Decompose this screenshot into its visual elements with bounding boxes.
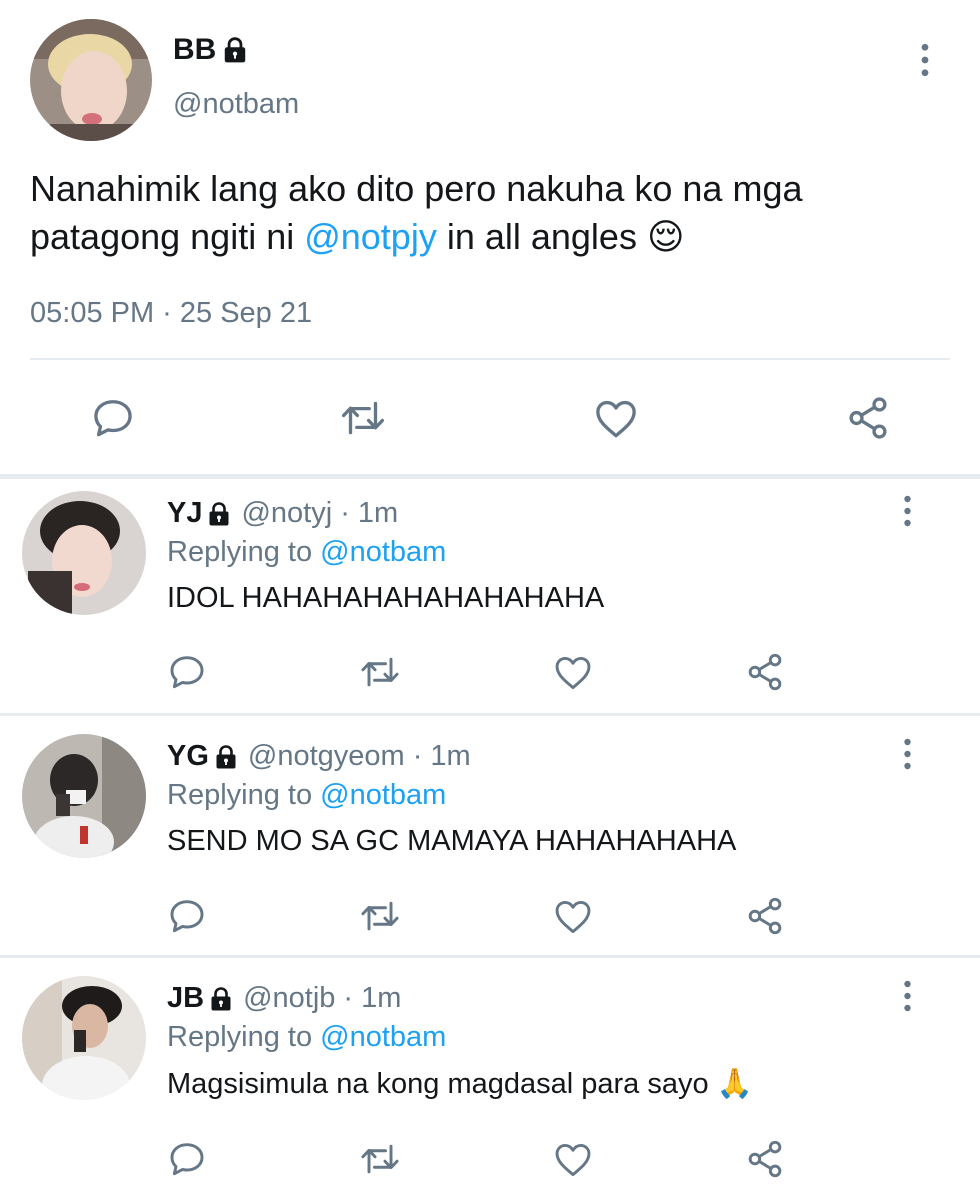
share-button[interactable] bbox=[743, 894, 787, 938]
separator-dot: · bbox=[343, 982, 354, 1014]
reply-time[interactable]: 1m bbox=[361, 982, 401, 1015]
more-vertical-icon bbox=[920, 43, 930, 77]
lock-icon bbox=[209, 986, 233, 1012]
reply-time[interactable]: 1m bbox=[430, 740, 470, 773]
retweet-icon bbox=[338, 393, 388, 443]
retweet-button[interactable] bbox=[338, 393, 388, 443]
reply-button[interactable] bbox=[165, 1137, 209, 1181]
retweet-button[interactable] bbox=[358, 650, 402, 694]
separator-dot: · bbox=[340, 497, 350, 529]
more-vertical-icon bbox=[903, 980, 912, 1012]
reply-icon bbox=[165, 1137, 209, 1181]
share-button[interactable] bbox=[743, 1137, 787, 1181]
reply-text: SEND MO SA GC MAMAYA HAHAHAHAHA bbox=[167, 825, 737, 857]
reply-author-name[interactable]: JB bbox=[167, 982, 204, 1015]
like-button[interactable] bbox=[551, 894, 595, 938]
replying-to-mention[interactable]: @notbam bbox=[320, 1021, 446, 1053]
more-options-button[interactable] bbox=[903, 738, 912, 770]
author-name-line: BB bbox=[173, 33, 248, 67]
replying-to-label: Replying to bbox=[167, 1021, 321, 1053]
reply-time[interactable]: 1m bbox=[358, 497, 398, 530]
reply-icon bbox=[88, 393, 138, 443]
tweet-text: Nanahimik lang ako dito pero nakuha ko n… bbox=[30, 165, 960, 261]
avatar[interactable] bbox=[22, 491, 146, 615]
share-button[interactable] bbox=[743, 650, 787, 694]
main-tweet: BB @notbam Nanahimik lang ako dito pero … bbox=[0, 0, 980, 476]
retweet-icon bbox=[358, 1137, 402, 1181]
lock-icon bbox=[222, 36, 248, 64]
author-handle[interactable]: @notbam bbox=[173, 88, 299, 121]
replying-to-label: Replying to bbox=[167, 779, 321, 811]
like-icon bbox=[551, 1137, 595, 1181]
reply-text: Magsisimula na kong magdasal para sayo 🙏 bbox=[167, 1068, 753, 1100]
like-button[interactable] bbox=[591, 393, 641, 443]
retweet-icon bbox=[358, 650, 402, 694]
more-options-button[interactable] bbox=[903, 495, 912, 527]
retweet-button[interactable] bbox=[358, 1137, 402, 1181]
reply-button[interactable] bbox=[88, 393, 138, 443]
more-vertical-icon bbox=[903, 495, 912, 527]
replying-to-mention[interactable]: @notbam bbox=[320, 779, 446, 811]
like-icon bbox=[551, 894, 595, 938]
avatar[interactable] bbox=[22, 734, 146, 858]
reply-tweet[interactable]: YJ @notyj · 1m Replying to @notbam IDOL … bbox=[0, 477, 980, 719]
reply-button[interactable] bbox=[165, 650, 209, 694]
reply-header: YG @notgyeom · 1m bbox=[167, 740, 471, 773]
share-icon bbox=[743, 1137, 787, 1181]
author-name[interactable]: BB bbox=[173, 33, 216, 67]
avatar[interactable] bbox=[30, 19, 152, 141]
replying-to-line: Replying to @notbam bbox=[167, 779, 446, 812]
more-options-button[interactable] bbox=[903, 980, 912, 1012]
reply-tweet[interactable]: YG @notgyeom · 1m Replying to @notbam SE… bbox=[0, 720, 980, 962]
divider bbox=[30, 358, 950, 360]
replying-to-mention[interactable]: @notbam bbox=[320, 536, 446, 568]
section-separator bbox=[0, 955, 980, 958]
share-button[interactable] bbox=[843, 393, 893, 443]
reply-icon bbox=[165, 650, 209, 694]
more-vertical-icon bbox=[903, 738, 912, 770]
like-button[interactable] bbox=[551, 1137, 595, 1181]
relieved-emoji: 😌 bbox=[646, 216, 685, 257]
reply-icon bbox=[165, 894, 209, 938]
lock-icon bbox=[207, 501, 231, 527]
tweet-timestamp[interactable]: 05:05 PM · 25 Sep 21 bbox=[30, 297, 312, 330]
more-options-button[interactable] bbox=[920, 43, 930, 77]
reply-tweet[interactable]: JB @notjb · 1m Replying to @notbam Magsi… bbox=[0, 962, 980, 1200]
lock-icon bbox=[214, 744, 238, 770]
like-icon bbox=[551, 650, 595, 694]
reply-author-name[interactable]: YG bbox=[167, 740, 209, 773]
replying-to-line: Replying to @notbam bbox=[167, 1021, 446, 1054]
share-icon bbox=[743, 894, 787, 938]
reply-author-name[interactable]: YJ bbox=[167, 497, 202, 530]
like-icon bbox=[591, 393, 641, 443]
reply-button[interactable] bbox=[165, 894, 209, 938]
avatar[interactable] bbox=[22, 976, 146, 1100]
replying-to-line: Replying to @notbam bbox=[167, 536, 446, 569]
reply-author-handle[interactable]: @notgyeom bbox=[248, 740, 405, 773]
section-separator bbox=[0, 713, 980, 716]
like-button[interactable] bbox=[551, 650, 595, 694]
share-icon bbox=[743, 650, 787, 694]
replying-to-label: Replying to bbox=[167, 536, 321, 568]
reply-header: YJ @notyj · 1m bbox=[167, 497, 398, 530]
share-icon bbox=[843, 393, 893, 443]
reply-author-handle[interactable]: @notyj bbox=[241, 497, 332, 530]
separator-dot: · bbox=[412, 740, 423, 772]
reply-author-handle[interactable]: @notjb bbox=[243, 982, 335, 1015]
retweet-icon bbox=[358, 894, 402, 938]
tweet-text-after: in all angles bbox=[436, 216, 637, 257]
reply-text: IDOL HAHAHAHAHAHAHAHAHA bbox=[167, 582, 605, 614]
retweet-button[interactable] bbox=[358, 894, 402, 938]
mention-link[interactable]: @notpjy bbox=[304, 216, 437, 257]
reply-header: JB @notjb · 1m bbox=[167, 982, 401, 1015]
